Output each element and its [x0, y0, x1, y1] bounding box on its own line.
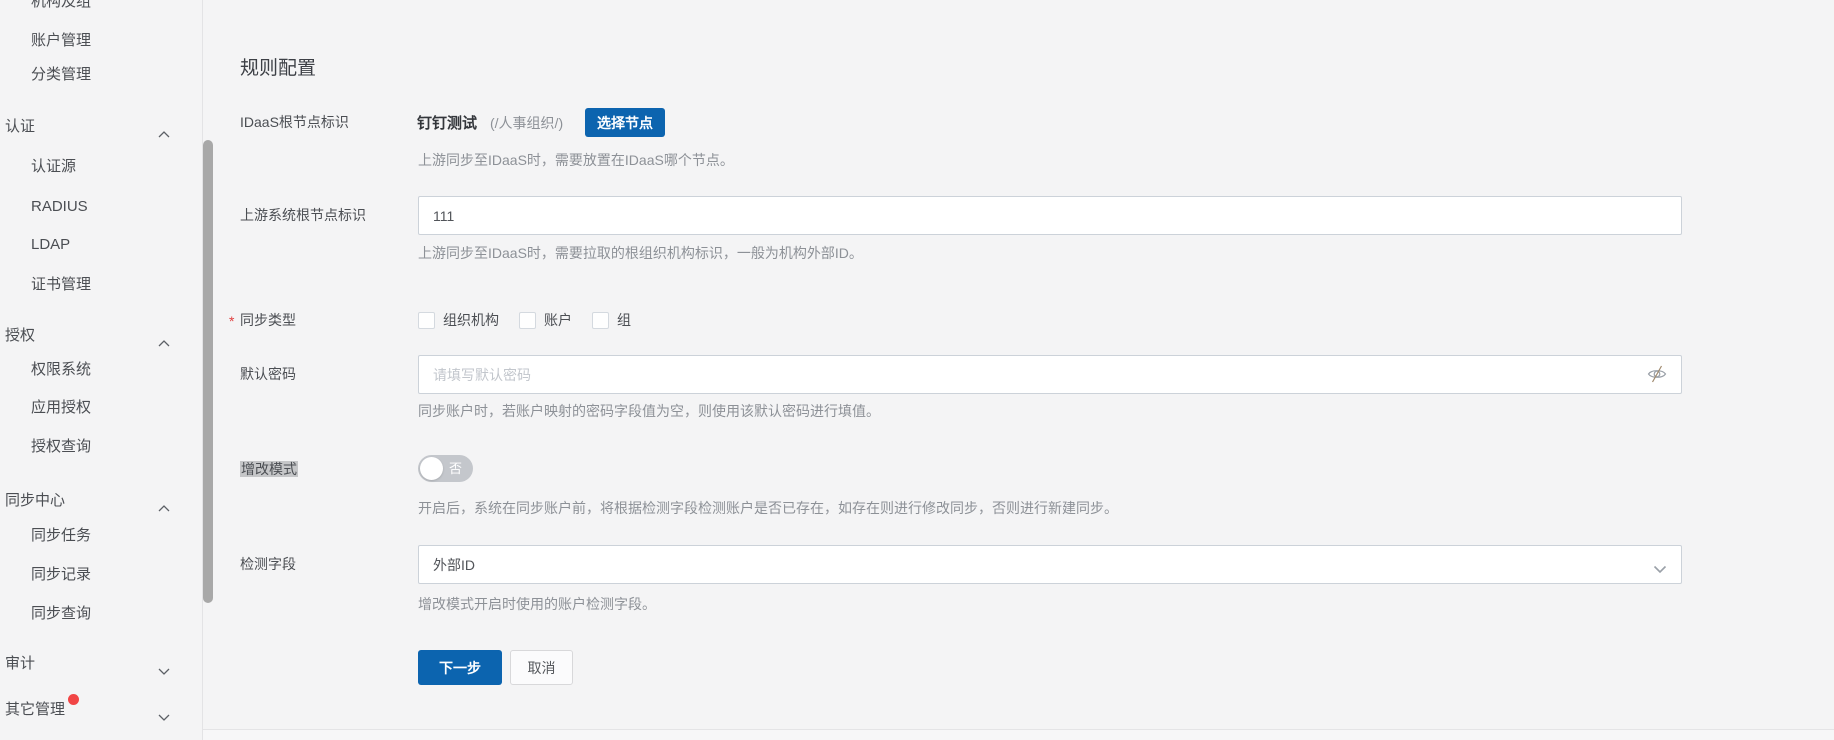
idaas-node-value: 钉钉测试: [417, 112, 477, 133]
sidebar-item-label: 认证源: [31, 158, 76, 175]
upstream-root-input[interactable]: [418, 196, 1682, 235]
sidebar-item-label: 权限系统: [31, 361, 91, 378]
checkbox-group-label: 组: [617, 310, 631, 330]
sidebar-item-9[interactable]: 权限系统: [31, 360, 91, 380]
sidebar-item-label: 账户管理: [31, 32, 91, 49]
sidebar-item-3[interactable]: 认证: [5, 117, 35, 137]
password-visibility-toggle[interactable]: [1646, 364, 1672, 386]
sidebar-item-6[interactable]: LDAP: [31, 235, 70, 255]
sidebar-item-label: LDAP: [31, 236, 70, 253]
sidebar-item-10[interactable]: 应用授权: [31, 398, 91, 418]
sidebar-item-label: 同步查询: [31, 605, 91, 622]
idaas-node-label: IDaaS根节点标识: [240, 112, 349, 132]
next-step-button[interactable]: 下一步: [418, 650, 502, 685]
detect-field-help: 增改模式开启时使用的账户检测字段。: [418, 594, 656, 614]
sync-type-label: 同步类型: [240, 310, 296, 330]
detect-field-select[interactable]: 外部ID: [418, 545, 1682, 584]
sidebar-item-label: 同步任务: [31, 527, 91, 544]
chevron-up-icon: [158, 333, 170, 353]
chevron-up-icon: [158, 124, 170, 144]
checkbox-org[interactable]: 组织机构: [418, 310, 499, 330]
default-password-help: 同步账户时，若账户映射的密码字段值为空，则使用该默认密码进行填值。: [418, 401, 880, 421]
checkbox-org-box[interactable]: [418, 312, 435, 329]
upstream-root-label: 上游系统根节点标识: [240, 205, 366, 225]
bottom-strip: [203, 730, 1834, 740]
sidebar-item-12[interactable]: 同步中心: [5, 491, 65, 511]
sidebar-item-label: 认证: [5, 118, 35, 135]
page-title: 规则配置: [240, 53, 316, 80]
sidebar-item-7[interactable]: 证书管理: [31, 275, 91, 295]
detect-field-label: 检测字段: [240, 554, 296, 574]
update-mode-help: 开启后，系统在同步账户前，将根据检测字段检测账户是否已存在，如存在则进行修改同步…: [418, 498, 1118, 518]
idaas-node-help: 上游同步至IDaaS时，需要放置在IDaaS哪个节点。: [418, 150, 734, 170]
default-password-label: 默认密码: [240, 364, 296, 384]
sidebar-item-1[interactable]: 账户管理: [31, 31, 91, 51]
checkbox-group[interactable]: 组: [592, 310, 631, 330]
sidebar-item-2[interactable]: 分类管理: [31, 65, 91, 85]
toggle-knob: [420, 457, 443, 480]
default-password-input[interactable]: [418, 355, 1682, 394]
sidebar-item-0[interactable]: 机构及组: [31, 0, 91, 12]
chevron-down-icon: [158, 707, 170, 727]
cancel-button[interactable]: 取消: [510, 650, 573, 685]
sidebar-item-14[interactable]: 同步记录: [31, 565, 91, 585]
sidebar-item-label: 分类管理: [31, 66, 91, 83]
checkbox-org-label: 组织机构: [443, 310, 499, 330]
sidebar-item-label: 授权查询: [31, 438, 91, 455]
sidebar-item-label: 同步中心: [5, 492, 65, 509]
checkbox-group-box[interactable]: [592, 312, 609, 329]
update-mode-label: 增改模式: [240, 459, 298, 479]
checkbox-account[interactable]: 账户: [519, 310, 572, 330]
sidebar-item-15[interactable]: 同步查询: [31, 604, 91, 624]
content-bottom-border: [203, 729, 1834, 730]
sidebar-scrollbar-thumb[interactable]: [203, 140, 213, 603]
checkbox-account-box[interactable]: [519, 312, 536, 329]
upstream-root-help: 上游同步至IDaaS时，需要拉取的根组织机构标识，一般为机构外部ID。: [418, 243, 863, 263]
sidebar-item-label: 同步记录: [31, 566, 91, 583]
sidebar-item-16[interactable]: 审计: [5, 654, 35, 674]
idaas-node-path: (/人事组织/): [490, 113, 563, 133]
sync-type-options: 组织机构 账户 组: [418, 307, 631, 333]
detect-field-value: 外部ID: [433, 555, 475, 575]
chevron-up-icon: [158, 498, 170, 518]
sidebar-item-4[interactable]: 认证源: [31, 157, 76, 177]
sidebar-item-label: 审计: [5, 655, 35, 672]
chevron-down-icon: [1653, 561, 1667, 577]
chevron-down-icon: [158, 661, 170, 681]
sidebar-item-label: 证书管理: [31, 276, 91, 293]
checkbox-account-label: 账户: [544, 310, 572, 330]
sidebar: 机构及组账户管理分类管理认证认证源 RADIUS LDAP 证书管理授权权限系统应用授…: [0, 0, 202, 740]
sidebar-item-17[interactable]: 其它管理: [5, 700, 65, 720]
sidebar-item-8[interactable]: 授权: [5, 326, 35, 346]
sidebar-item-label: RADIUS: [31, 198, 88, 215]
sidebar-item-13[interactable]: 同步任务: [31, 526, 91, 546]
update-mode-label-text: 增改模式: [240, 461, 298, 477]
eye-slash-icon: [1646, 364, 1668, 384]
sidebar-item-label: 其它管理: [5, 701, 65, 718]
notification-dot: [68, 694, 79, 705]
toggle-state-text: 否: [449, 460, 462, 477]
sidebar-item-label: 机构及组: [31, 0, 91, 10]
sidebar-item-11[interactable]: 授权查询: [31, 437, 91, 457]
sync-type-required-mark: *: [229, 310, 234, 330]
sidebar-item-5[interactable]: RADIUS: [31, 197, 88, 217]
select-node-button[interactable]: 选择节点: [585, 108, 665, 137]
update-mode-toggle[interactable]: 否: [418, 455, 473, 482]
sidebar-item-label: 授权: [5, 327, 35, 344]
sidebar-item-label: 应用授权: [31, 399, 91, 416]
